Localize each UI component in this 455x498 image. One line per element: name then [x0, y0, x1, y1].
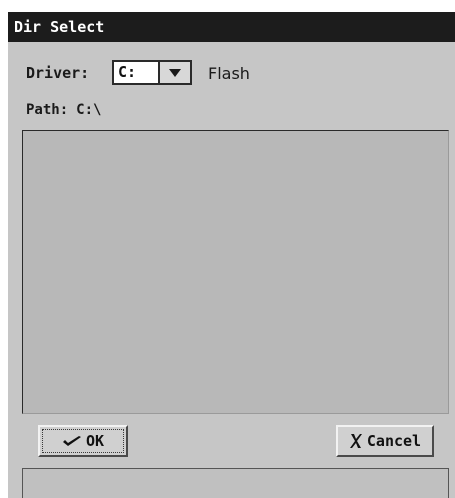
path-label: Path:: [26, 102, 69, 118]
checkmark-icon: [62, 434, 86, 448]
ok-button-label: OK: [85, 432, 105, 450]
dir-select-dialog: Dir Select Driver: C: Flash Path: C:\ OK …: [8, 12, 455, 498]
status-area: [22, 468, 449, 498]
chevron-down-icon[interactable]: [160, 62, 190, 83]
path-display: Path: C:\: [26, 102, 101, 118]
drive-select-value: C:: [114, 62, 160, 83]
path-value: C:\: [76, 102, 102, 118]
cancel-button[interactable]: Cancel: [336, 425, 434, 457]
directory-list[interactable]: [22, 130, 449, 414]
dialog-titlebar[interactable]: Dir Select: [8, 12, 455, 42]
cancel-button-label: Cancel: [366, 432, 422, 450]
dialog-title: Dir Select: [14, 18, 105, 36]
drive-select[interactable]: C:: [112, 60, 192, 85]
drive-name: Flash: [208, 64, 250, 83]
cross-icon: [349, 433, 367, 449]
ok-button[interactable]: OK: [38, 425, 128, 457]
driver-label: Driver:: [26, 64, 90, 82]
